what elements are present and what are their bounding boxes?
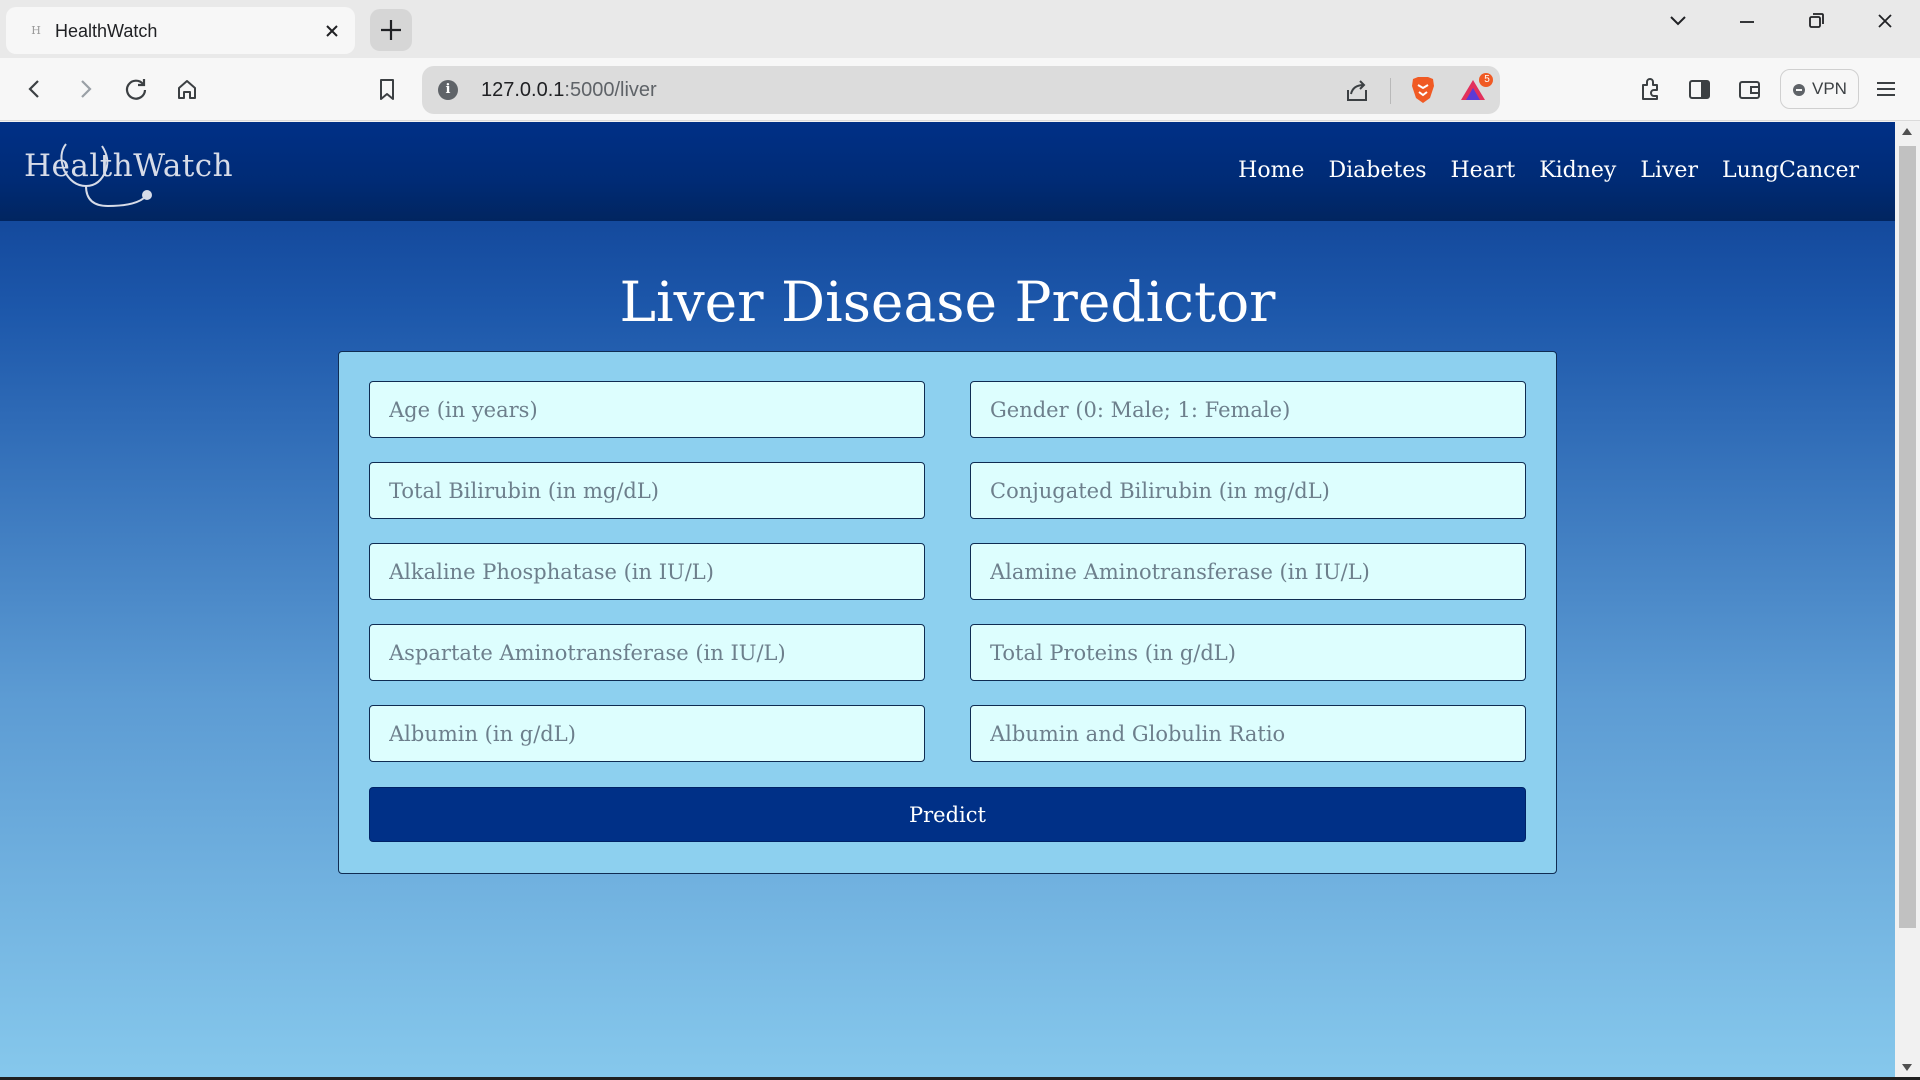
- bookmark-icon[interactable]: [370, 72, 404, 106]
- tab-strip: H HealthWatch: [0, 0, 1920, 58]
- restore-icon[interactable]: [1793, 6, 1839, 38]
- new-tab-button[interactable]: [370, 9, 412, 51]
- browser-toolbar: i 127.0.0.1:5000/liver 5 VPN: [0, 58, 1920, 121]
- page-scrollbar[interactable]: [1895, 122, 1920, 1077]
- home-icon[interactable]: [170, 72, 204, 106]
- site-navbar: HealthWatch Home Diabetes Heart Kidney L…: [0, 122, 1895, 221]
- share-icon[interactable]: [1342, 76, 1372, 106]
- logo-text: HealthWatch: [24, 148, 234, 184]
- minimize-icon[interactable]: [1724, 6, 1770, 38]
- alkaline-phosphatase-input[interactable]: [369, 543, 925, 600]
- extensions-icon[interactable]: [1633, 72, 1667, 106]
- sidebar-icon[interactable]: [1682, 72, 1716, 106]
- alamine-aminotransferase-input[interactable]: [970, 543, 1526, 600]
- plus-icon: [381, 20, 401, 40]
- predict-button[interactable]: Predict: [369, 787, 1526, 842]
- vpn-label: VPN: [1812, 79, 1847, 98]
- wallet-icon[interactable]: [1732, 72, 1766, 106]
- close-window-icon[interactable]: [1862, 6, 1908, 38]
- conjugated-bilirubin-input[interactable]: [970, 462, 1526, 519]
- browser-tab[interactable]: H HealthWatch: [6, 7, 355, 54]
- age-input[interactable]: [369, 381, 925, 438]
- menu-icon[interactable]: [1869, 72, 1903, 106]
- scroll-down-icon[interactable]: [1902, 1064, 1912, 1071]
- albumin-globulin-ratio-input[interactable]: [970, 705, 1526, 762]
- albumin-input[interactable]: [369, 705, 925, 762]
- site-info-icon[interactable]: i: [438, 80, 458, 100]
- tab-title: HealthWatch: [55, 21, 158, 41]
- vpn-status-icon: [1793, 84, 1805, 96]
- vpn-button[interactable]: VPN: [1780, 69, 1859, 109]
- scroll-up-icon[interactable]: [1902, 128, 1912, 135]
- total-bilirubin-input[interactable]: [369, 462, 925, 519]
- rewards-badge: 5: [1484, 74, 1490, 85]
- reload-icon[interactable]: [119, 72, 153, 106]
- gender-input[interactable]: [970, 381, 1526, 438]
- nav-heart[interactable]: Heart: [1451, 158, 1516, 183]
- separator: [1390, 78, 1391, 104]
- aspartate-aminotransferase-input[interactable]: [369, 624, 925, 681]
- nav-diabetes[interactable]: Diabetes: [1328, 158, 1426, 183]
- total-proteins-input[interactable]: [970, 624, 1526, 681]
- close-icon[interactable]: [321, 20, 343, 42]
- site-logo[interactable]: HealthWatch: [24, 136, 244, 216]
- page-title: Liver Disease Predictor: [619, 270, 1276, 334]
- tab-search-chevron-icon[interactable]: [1655, 6, 1701, 38]
- scrollbar-thumb[interactable]: [1899, 146, 1916, 928]
- nav-kidney[interactable]: Kidney: [1539, 158, 1616, 183]
- page-viewport: HealthWatch Home Diabetes Heart Kidney L…: [0, 122, 1895, 1077]
- favicon-icon: H: [31, 24, 41, 37]
- prediction-form: Predict: [338, 351, 1557, 874]
- nav-liver[interactable]: Liver: [1640, 158, 1698, 183]
- address-bar[interactable]: i 127.0.0.1:5000/liver 5: [422, 66, 1500, 114]
- url-text[interactable]: 127.0.0.1:5000/liver: [481, 78, 657, 102]
- forward-icon[interactable]: [68, 72, 102, 106]
- back-icon[interactable]: [18, 72, 52, 106]
- nav-lungcancer[interactable]: LungCancer: [1722, 158, 1859, 183]
- nav-home[interactable]: Home: [1238, 158, 1304, 183]
- main-nav: Home Diabetes Heart Kidney Liver LungCan…: [1238, 158, 1859, 183]
- brave-shields-icon[interactable]: [1408, 74, 1438, 106]
